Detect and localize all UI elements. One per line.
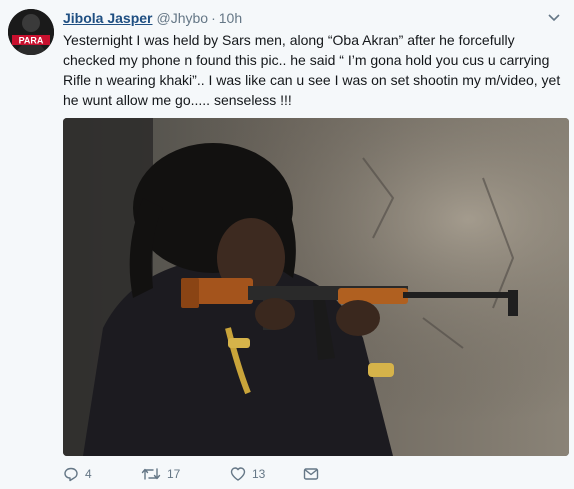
tweet-text: Yesternight I was held by Sars men, alon… bbox=[63, 32, 561, 108]
author-name[interactable]: Jibola Jasper bbox=[63, 10, 153, 26]
tweet-actions: 4 17 13 bbox=[63, 466, 463, 486]
direct-message-button[interactable] bbox=[303, 466, 319, 482]
retweet-icon bbox=[141, 468, 161, 480]
more-options-button[interactable] bbox=[546, 10, 562, 26]
like-count: 13 bbox=[252, 467, 266, 481]
retweet-count: 17 bbox=[167, 467, 181, 481]
separator-dot: · bbox=[211, 10, 216, 26]
avatar-image: PARA bbox=[8, 9, 54, 55]
reply-icon bbox=[64, 467, 78, 482]
avatar[interactable]: PARA bbox=[8, 9, 54, 55]
envelope-icon bbox=[303, 468, 319, 480]
retweet-button[interactable]: 17 bbox=[141, 466, 180, 482]
tweet-photo[interactable] bbox=[63, 118, 569, 456]
tweet[interactable]: PARA Jibola Jasper @Jhybo · 10h Yesternight… bbox=[0, 0, 574, 489]
tweet-time[interactable]: 10h bbox=[219, 10, 242, 26]
photo-image bbox=[63, 118, 569, 456]
heart-icon bbox=[230, 467, 246, 481]
tweet-header: Jibola Jasper @Jhybo · 10h bbox=[63, 10, 242, 28]
chevron-down-icon bbox=[548, 14, 560, 22]
avatar-logo-text: PARA bbox=[19, 36, 44, 46]
author-handle[interactable]: @Jhybo bbox=[157, 10, 209, 26]
reply-count: 4 bbox=[85, 467, 92, 481]
reply-button[interactable]: 4 bbox=[63, 466, 92, 482]
like-button[interactable]: 13 bbox=[230, 466, 265, 482]
